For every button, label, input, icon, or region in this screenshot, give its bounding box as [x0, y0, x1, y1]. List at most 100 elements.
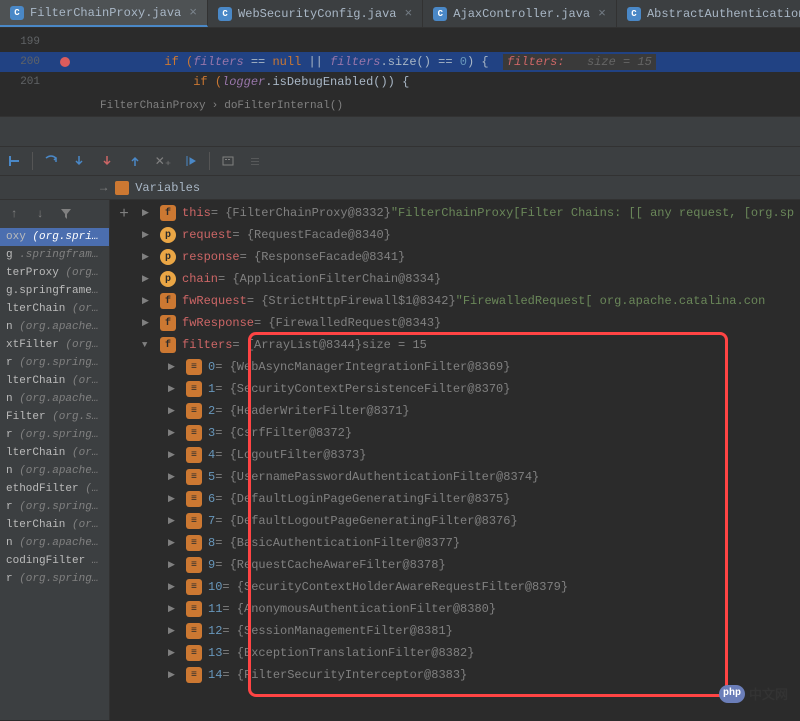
force-step-into-icon[interactable]: [97, 151, 117, 171]
variable-array-item[interactable]: ▶≡4 = {LogoutFilter@8373}: [138, 444, 800, 466]
variable-array-item[interactable]: ▶≡7 = {DefaultLogoutPageGeneratingFilter…: [138, 510, 800, 532]
expand-icon[interactable]: ▶: [168, 384, 180, 394]
variable-array-item[interactable]: ▶≡3 = {CsrfFilter@8372}: [138, 422, 800, 444]
variable-array-item[interactable]: ▶≡11 = {AnonymousAuthenticationFilter@83…: [138, 598, 800, 620]
expand-icon[interactable]: ▶: [168, 670, 180, 680]
expand-icon[interactable]: ▶: [142, 208, 154, 218]
expand-icon[interactable]: ▶: [142, 252, 154, 262]
debug-inlay: filters:: [503, 54, 569, 70]
frame-item[interactable]: n (org.apache.c: [0, 534, 109, 552]
frame-item[interactable]: codingFilter (o: [0, 552, 109, 570]
expand-icon[interactable]: ▶: [168, 538, 180, 548]
expand-icon[interactable]: ▶: [142, 274, 154, 284]
php-badge-icon: php: [719, 685, 745, 703]
code-editor[interactable]: 199 200 if (filters == null || filters.s…: [0, 28, 800, 96]
variable-array-item[interactable]: ▶≡6 = {DefaultLoginPageGeneratingFilter@…: [138, 488, 800, 510]
trace-icon[interactable]: [246, 151, 266, 171]
frame-item[interactable]: r (org.springfran: [0, 354, 109, 372]
expand-icon[interactable]: ▶: [168, 362, 180, 372]
variable-array-item[interactable]: ▶≡13 = {ExceptionTranslationFilter@8382}: [138, 642, 800, 664]
frame-item[interactable]: terProxy (org.sp: [0, 264, 109, 282]
frame-item[interactable]: lterChain (org.a: [0, 300, 109, 318]
variable-row[interactable]: ▶prequest = {RequestFacade@8340}: [138, 224, 800, 246]
next-frame-icon[interactable]: ↓: [30, 204, 50, 224]
tab-file-0[interactable]: C FilterChainProxy.java ×: [0, 0, 208, 27]
expand-icon[interactable]: ▶: [168, 406, 180, 416]
frame-item[interactable]: oxy (org.springf: [0, 228, 109, 246]
parameter-icon: p: [160, 271, 176, 287]
expand-icon[interactable]: ▶: [168, 582, 180, 592]
java-class-icon: C: [433, 7, 447, 21]
tab-file-3[interactable]: C AbstractAuthenticationProces: [617, 0, 800, 27]
prev-frame-icon[interactable]: ↑: [4, 204, 24, 224]
expand-icon[interactable]: ▶: [168, 494, 180, 504]
expand-icon[interactable]: ▶: [168, 604, 180, 614]
variable-array-item[interactable]: ▶≡8 = {BasicAuthenticationFilter@8377}: [138, 532, 800, 554]
frame-item[interactable]: xtFilter (org.sp: [0, 336, 109, 354]
variable-array-item[interactable]: ▶≡2 = {HeaderWriterFilter@8371}: [138, 400, 800, 422]
tab-file-1[interactable]: C WebSecurityConfig.java ×: [208, 0, 423, 27]
frame-item[interactable]: g.springframewo: [0, 282, 109, 300]
code-line-201: 201 if (logger.isDebugEnabled()) {: [0, 72, 800, 92]
expand-icon[interactable]: ▶: [142, 230, 154, 240]
variable-array-item[interactable]: ▶≡9 = {RequestCacheAwareFilter@8378}: [138, 554, 800, 576]
evaluate-icon[interactable]: [218, 151, 238, 171]
expand-icon[interactable]: ▶: [168, 450, 180, 460]
variable-row[interactable]: ▶pchain = {ApplicationFilterChain@8334}: [138, 268, 800, 290]
breakpoint-icon[interactable]: [50, 57, 70, 67]
expand-icon[interactable]: ▶: [142, 318, 154, 328]
variables-panel: + ▶fthis = {FilterChainProxy@8332} "Filt…: [110, 200, 800, 720]
filter-icon[interactable]: [56, 204, 76, 224]
expand-icon[interactable]: ▶: [168, 626, 180, 636]
step-into-icon[interactable]: [69, 151, 89, 171]
variable-row[interactable]: ▶ffwResponse = {FirewalledRequest@8343}: [138, 312, 800, 334]
frame-item[interactable]: r (org.springfran: [0, 426, 109, 444]
frame-item[interactable]: n (org.apache.c: [0, 318, 109, 336]
step-over-icon[interactable]: [41, 151, 61, 171]
frames-list[interactable]: oxy (org.springfg .springframewoterProxy…: [0, 228, 109, 588]
frame-item[interactable]: g .springframewo: [0, 246, 109, 264]
close-icon[interactable]: ×: [404, 6, 412, 21]
debug-toolbar: ✕₊: [0, 146, 800, 176]
variable-row-filters[interactable]: ▼ffilters = {ArrayList@8344} size = 15: [138, 334, 800, 356]
editor-tabs: C FilterChainProxy.java × C WebSecurityC…: [0, 0, 800, 28]
add-watch-icon[interactable]: +: [114, 204, 134, 224]
collapse-icon[interactable]: ▼: [142, 340, 154, 350]
close-icon[interactable]: ×: [598, 6, 606, 21]
field-icon: f: [160, 293, 176, 309]
frame-item[interactable]: n (org.apache.c: [0, 390, 109, 408]
expand-icon[interactable]: ▶: [142, 296, 154, 306]
frame-item[interactable]: r (org.springfran: [0, 570, 109, 588]
expand-icon[interactable]: ▶: [168, 560, 180, 570]
variable-array-item[interactable]: ▶≡0 = {WebAsyncManagerIntegrationFilter@…: [138, 356, 800, 378]
code-line-199: 199: [0, 32, 800, 52]
expand-icon[interactable]: ▶: [168, 516, 180, 526]
run-to-cursor-icon[interactable]: [181, 151, 201, 171]
variable-array-item[interactable]: ▶≡1 = {SecurityContextPersistenceFilter@…: [138, 378, 800, 400]
element-icon: ≡: [186, 623, 202, 639]
expand-icon[interactable]: ▶: [168, 428, 180, 438]
variable-row[interactable]: ▶ffwRequest = {StrictHttpFirewall$1@8342…: [138, 290, 800, 312]
variable-row[interactable]: ▶presponse = {ResponseFacade@8341}: [138, 246, 800, 268]
frame-item[interactable]: lterChain (org.a: [0, 516, 109, 534]
expand-icon[interactable]: ▶: [168, 472, 180, 482]
frame-item[interactable]: lterChain (org.a: [0, 372, 109, 390]
frame-item[interactable]: n (org.apache.c: [0, 462, 109, 480]
show-execution-point-icon[interactable]: [4, 151, 24, 171]
debugger-body: ↑ ↓ oxy (org.springfg .springframewoterP…: [0, 200, 800, 720]
variable-array-item[interactable]: ▶≡5 = {UsernamePasswordAuthenticationFil…: [138, 466, 800, 488]
frame-item[interactable]: ethodFilter (org: [0, 480, 109, 498]
step-out-icon[interactable]: [125, 151, 145, 171]
tab-file-2[interactable]: C AjaxController.java ×: [423, 0, 617, 27]
expand-icon[interactable]: ▶: [168, 648, 180, 658]
variable-array-item[interactable]: ▶≡14 = {FilterSecurityInterceptor@8383}: [138, 664, 800, 686]
drop-frame-icon[interactable]: ✕₊: [153, 151, 173, 171]
frame-item[interactable]: lterChain (org.a: [0, 444, 109, 462]
variable-array-item[interactable]: ▶≡10 = {SecurityContextHolderAwareReques…: [138, 576, 800, 598]
close-icon[interactable]: ×: [189, 5, 197, 20]
variable-array-item[interactable]: ▶≡12 = {SessionManagementFilter@8381}: [138, 620, 800, 642]
variable-row[interactable]: ▶fthis = {FilterChainProxy@8332} "Filter…: [138, 202, 800, 224]
frame-item[interactable]: r (org.springfran: [0, 498, 109, 516]
frame-item[interactable]: Filter (org.sprin: [0, 408, 109, 426]
variables-tree[interactable]: ▶fthis = {FilterChainProxy@8332} "Filter…: [138, 200, 800, 686]
